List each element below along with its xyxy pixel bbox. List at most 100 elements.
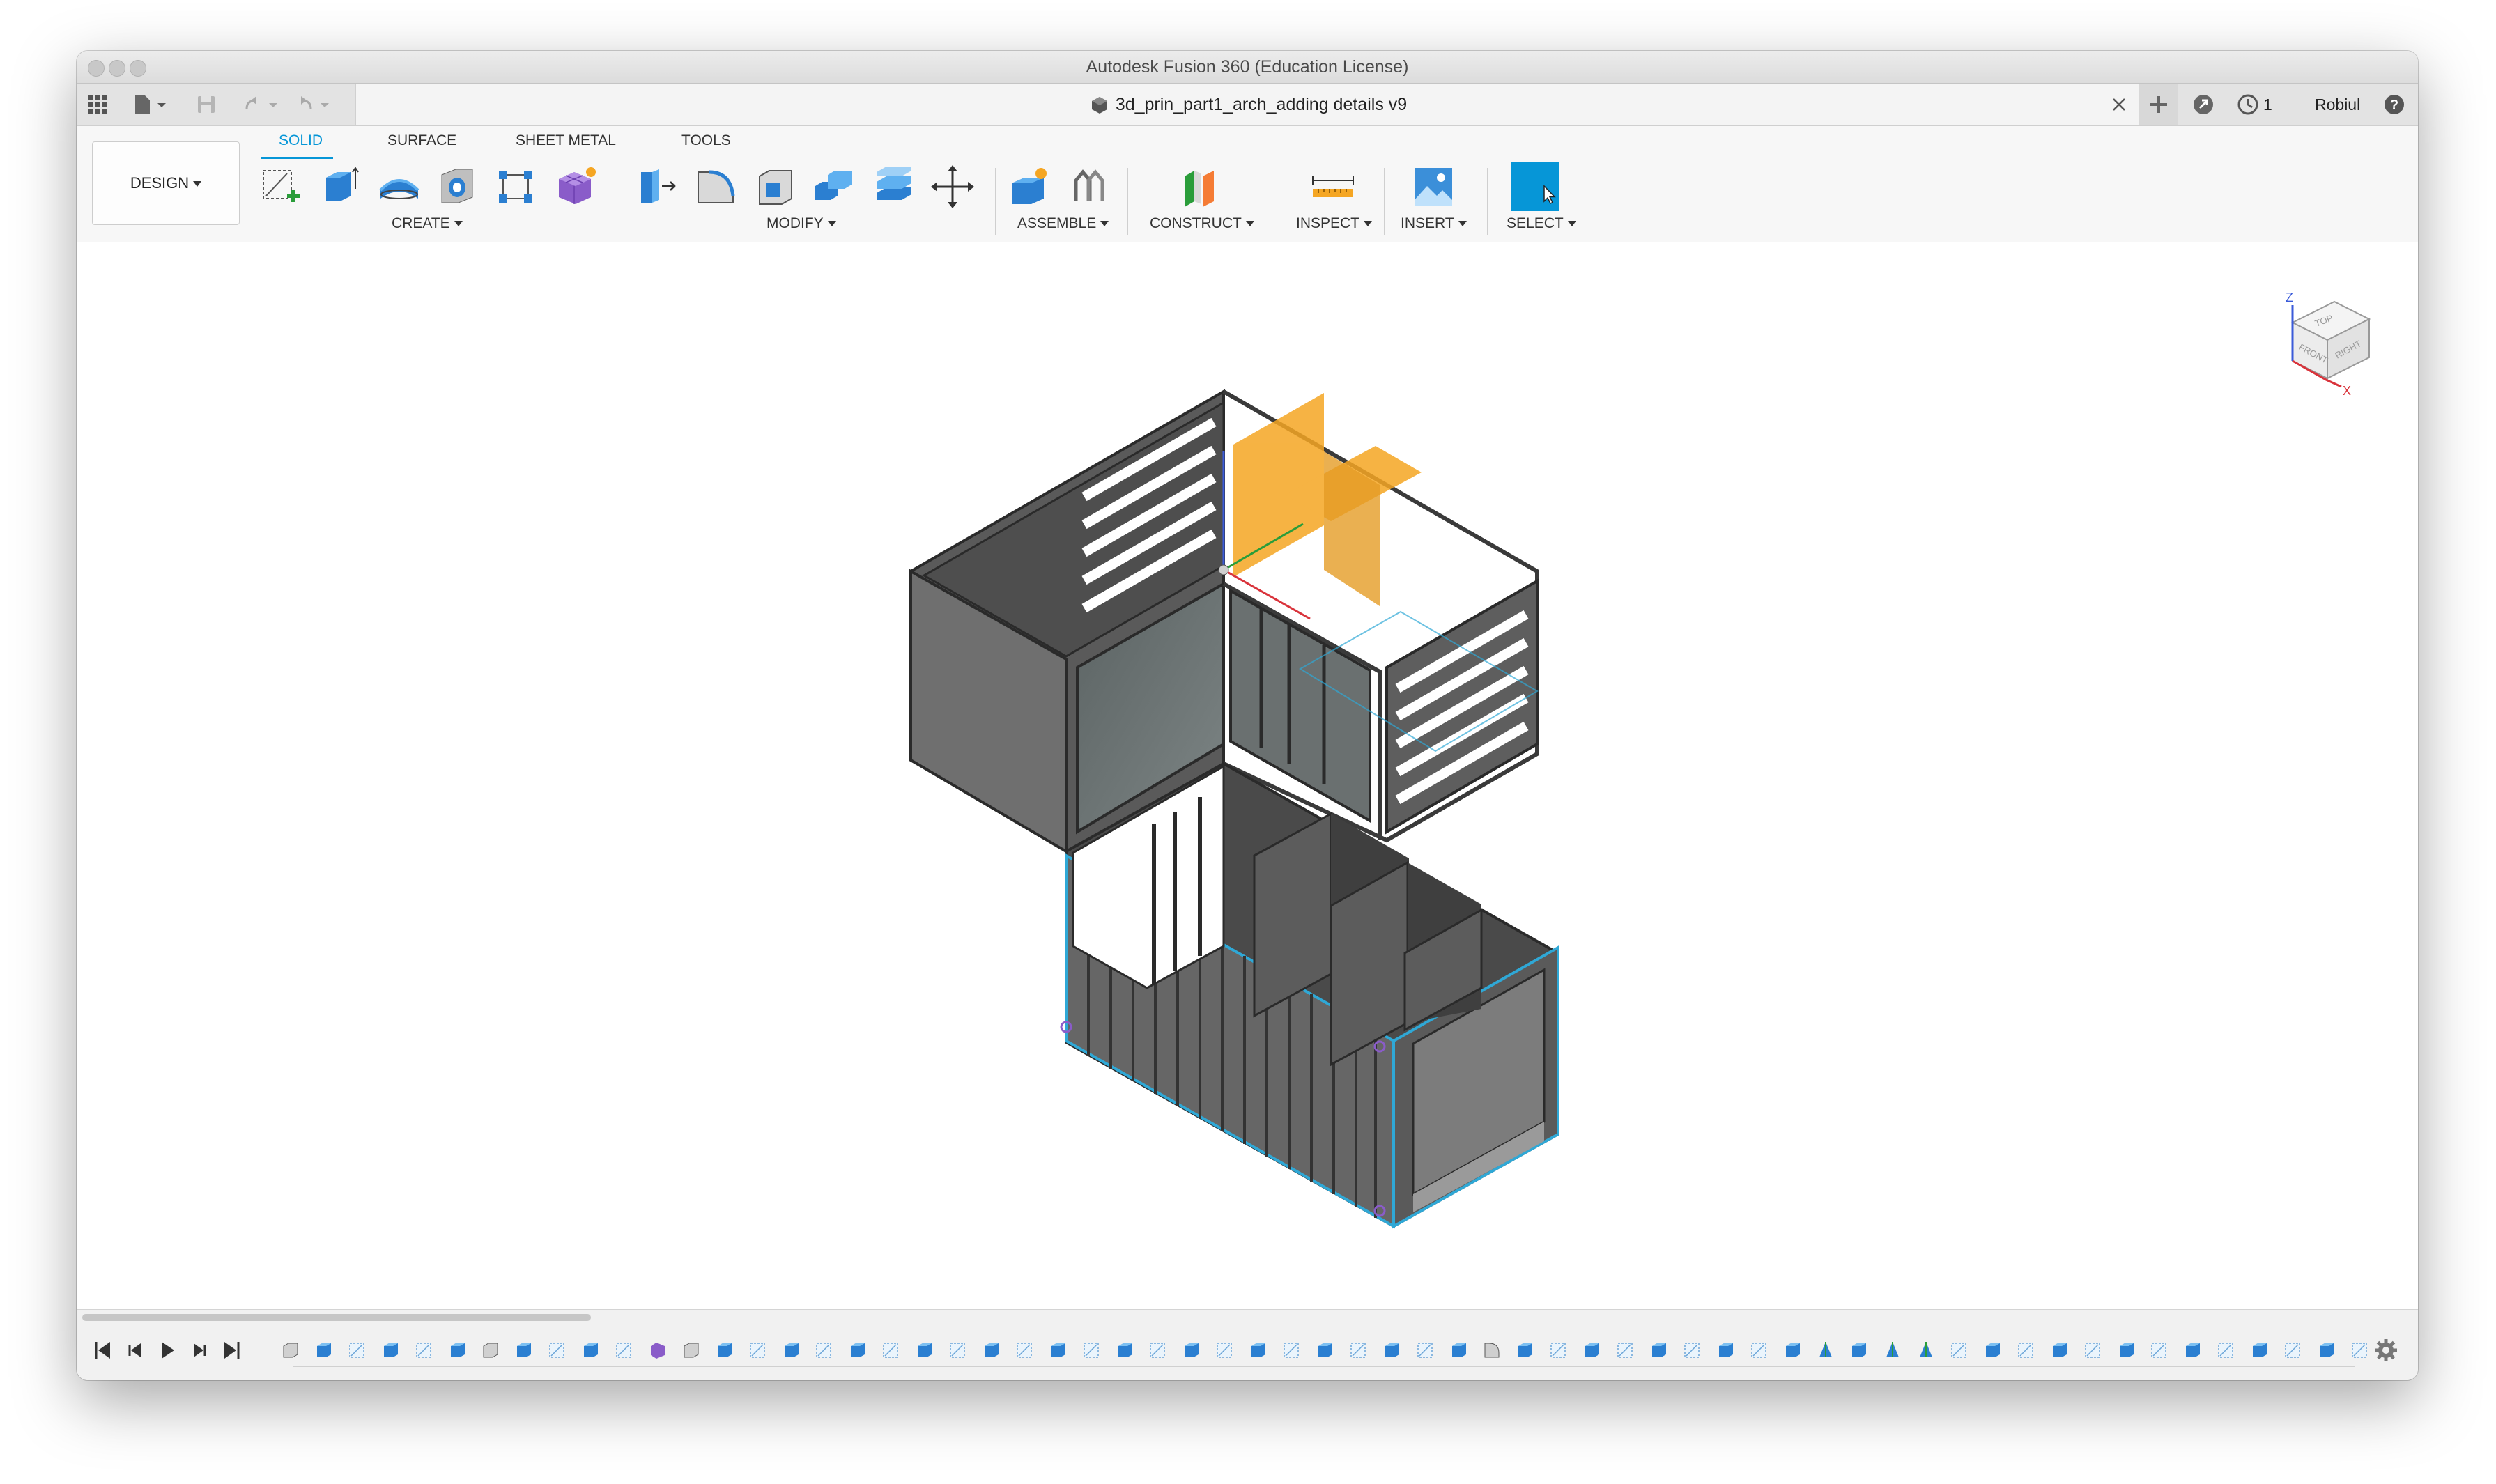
tab-sheet-metal[interactable]: SHEET METAL [516,132,616,149]
timeline-settings-gear-icon[interactable] [2373,1338,2398,1363]
skip-to-start-icon[interactable] [91,1338,116,1363]
timeline-sketch-icon[interactable] [814,1339,835,1360]
measure-button[interactable] [1309,162,1357,211]
timeline-plane-icon[interactable] [1882,1339,1903,1360]
timeline-extrude-icon[interactable] [2249,1339,2270,1360]
timeline-sketch-icon[interactable] [2083,1339,2104,1360]
redo-icon[interactable] [294,93,333,116]
timeline-extrude-icon[interactable] [580,1339,601,1360]
inspect-menu[interactable]: INSPECT [1296,215,1373,232]
timeline-sketch-icon[interactable] [1682,1339,1703,1360]
timeline-sketch-icon[interactable] [881,1339,902,1360]
timeline-extrude-icon[interactable] [1382,1339,1403,1360]
timeline-plane-icon[interactable] [1815,1339,1836,1360]
select-menu[interactable]: SELECT [1507,215,1576,232]
timeline-extrude-icon[interactable] [1582,1339,1603,1360]
new-tab-plus-icon[interactable] [2139,84,2178,125]
close-window-button[interactable] [88,60,105,77]
timeline-extrude-icon[interactable] [514,1339,534,1360]
modify-menu[interactable]: MODIFY [766,215,836,232]
undo-icon[interactable] [242,93,282,116]
timeline-extrude-icon[interactable] [714,1339,735,1360]
timeline-sketch-icon[interactable] [1281,1339,1302,1360]
pattern-button[interactable] [492,162,541,211]
minimize-window-button[interactable] [109,60,125,77]
combine-button[interactable] [810,162,858,211]
timeline-sketch-icon[interactable] [2350,1339,2371,1360]
timeline-extrude-icon[interactable] [1649,1339,1670,1360]
timeline-plane-icon[interactable] [1916,1339,1936,1360]
timeline-sketch-icon[interactable] [1749,1339,1770,1360]
file-menu-icon[interactable] [132,93,170,116]
timeline-sketch-icon[interactable] [347,1339,368,1360]
timeline-extrude-icon[interactable] [1982,1339,2003,1360]
construction-plane[interactable] [1233,393,1422,606]
tab-surface[interactable]: SURFACE [387,132,456,149]
extensions-icon[interactable] [2192,93,2214,116]
timeline-sketch-icon[interactable] [1081,1339,1102,1360]
insert-menu[interactable]: INSERT [1401,215,1467,232]
timeline-sketch-icon[interactable] [1415,1339,1436,1360]
timeline-sketch-icon[interactable] [547,1339,568,1360]
construct-menu[interactable]: CONSTRUCT [1150,215,1254,232]
revolve-button[interactable] [375,162,424,211]
origin-point[interactable] [1218,564,1229,575]
zoom-window-button[interactable] [130,60,146,77]
timeline-extrude-icon[interactable] [1315,1339,1336,1360]
step-back-icon[interactable] [123,1338,148,1363]
offset-face-button[interactable] [870,162,918,211]
timeline-box-icon[interactable] [681,1339,702,1360]
tab-tools[interactable]: TOOLS [681,132,731,149]
timeline-sketch-icon[interactable] [1215,1339,1235,1360]
new-component-button[interactable] [1005,162,1054,211]
timeline-form-icon[interactable] [647,1339,668,1360]
timeline-sketch-icon[interactable] [414,1339,435,1360]
play-icon[interactable] [155,1338,180,1363]
timeline-extrude-icon[interactable] [781,1339,802,1360]
help-icon[interactable]: ? [2383,93,2405,116]
timeline-box-icon[interactable] [280,1339,301,1360]
timeline-extrude-icon[interactable] [1048,1339,1069,1360]
lower-container[interactable] [1060,762,1559,1229]
timeline-sketch-icon[interactable] [1348,1339,1369,1360]
timeline-extrude-icon[interactable] [981,1339,1002,1360]
timeline-extrude-icon[interactable] [1849,1339,1870,1360]
timeline-extrude-icon[interactable] [1515,1339,1536,1360]
timeline-extrude-icon[interactable] [1782,1339,1803,1360]
create-sketch-button[interactable] [256,162,305,211]
save-icon[interactable] [195,93,217,116]
timeline-sketch-icon[interactable] [614,1339,635,1360]
timeline-sketch-icon[interactable] [2283,1339,2304,1360]
fillet-button[interactable] [691,162,740,211]
step-forward-icon[interactable] [187,1338,212,1363]
move-copy-button[interactable] [928,162,977,211]
skip-to-end-icon[interactable] [219,1338,244,1363]
select-button[interactable] [1511,162,1559,211]
construct-plane-button[interactable] [1175,162,1224,211]
timeline-extrude-icon[interactable] [314,1339,334,1360]
hole-button[interactable] [433,162,482,211]
data-panel-grid-icon[interactable] [86,93,109,116]
job-status-icon[interactable] [2237,93,2259,116]
timeline-sketch-icon[interactable] [1949,1339,1970,1360]
assemble-menu[interactable]: ASSEMBLE [1017,215,1109,232]
timeline-extrude-icon[interactable] [1248,1339,1269,1360]
press-pull-button[interactable] [631,162,680,211]
view-cube[interactable]: TOP FRONT RIGHT Z X [2265,267,2404,406]
timeline-sketch-icon[interactable] [2216,1339,2237,1360]
timeline-sketch-icon[interactable] [1015,1339,1035,1360]
document-tab[interactable]: 3d_prin_part1_arch_adding details v9 [355,84,2141,125]
timeline-extrude-icon[interactable] [914,1339,935,1360]
timeline-sketch-icon[interactable] [748,1339,769,1360]
timeline-sketch-icon[interactable] [1148,1339,1169,1360]
timeline-extrude-icon[interactable] [2316,1339,2337,1360]
timeline-box-icon[interactable] [480,1339,501,1360]
timeline-extrude-icon[interactable] [1115,1339,1136,1360]
insert-canvas-button[interactable] [1409,162,1458,211]
joint-button[interactable] [1065,162,1114,211]
timeline-sketch-icon[interactable] [948,1339,969,1360]
create-form-button[interactable] [550,162,599,211]
timeline-extrude-icon[interactable] [2182,1339,2203,1360]
container-model[interactable] [77,242,2418,1308]
timeline-fillet-icon[interactable] [1481,1339,1502,1360]
